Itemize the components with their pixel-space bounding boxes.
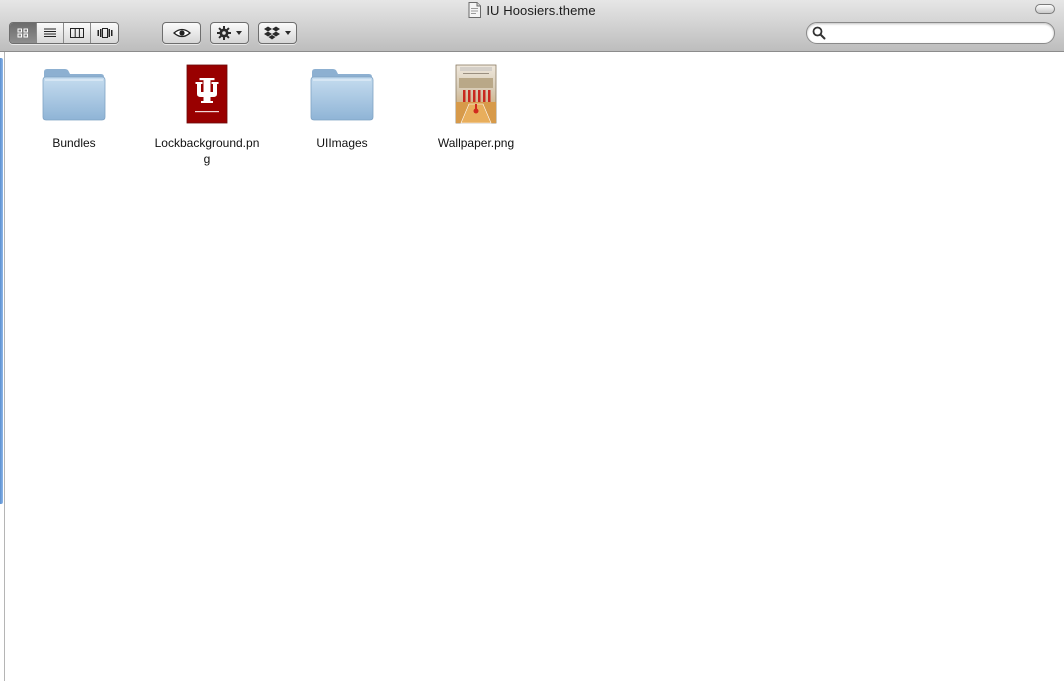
search-icon: [812, 26, 826, 40]
file-name: Wallpaper.png: [437, 136, 515, 150]
focus-ring: [0, 58, 3, 504]
list-view-button[interactable]: [37, 23, 64, 43]
search-field[interactable]: [806, 22, 1055, 44]
list-icon: [44, 28, 56, 37]
coverflow-icon: [97, 28, 112, 38]
column-view-button[interactable]: [64, 23, 91, 43]
file-item[interactable]: Bundles: [19, 61, 129, 151]
window-title: IU Hoosiers.theme: [486, 2, 596, 18]
folder-icon: [41, 61, 107, 127]
chevron-down-icon: [285, 31, 291, 35]
dropbox-menu-button[interactable]: [258, 22, 297, 44]
window-title-bar: IU Hoosiers.theme: [0, 1, 1064, 19]
basketball-court-icon: [443, 61, 509, 127]
file-browser: Bundles Lockbackground.png UIImages Wall…: [6, 53, 1064, 681]
chevron-down-icon: [236, 31, 242, 35]
icon-view-button[interactable]: [10, 23, 37, 43]
file-name: Lockbackground.png: [154, 136, 260, 166]
file-item[interactable]: Wallpaper.png: [421, 61, 531, 151]
action-menu-button[interactable]: [210, 22, 249, 44]
file-item[interactable]: UIImages: [287, 61, 397, 151]
iu-logo-icon: [174, 61, 240, 127]
search-input[interactable]: [829, 25, 1049, 41]
sidebar-edge: [0, 52, 5, 681]
file-item[interactable]: Lockbackground.png: [152, 61, 262, 167]
file-name: UIImages: [316, 136, 368, 150]
gear-icon: [217, 26, 231, 40]
quick-look-button[interactable]: [162, 22, 201, 44]
icon-grid-icon: [17, 28, 28, 38]
document-icon: [468, 2, 482, 18]
eye-icon: [172, 28, 191, 38]
coverflow-view-button[interactable]: [91, 23, 118, 43]
folder-icon: [309, 61, 375, 127]
columns-icon: [70, 28, 84, 38]
view-mode-control: [9, 22, 119, 44]
window-toolbar: IU Hoosiers.theme: [0, 0, 1064, 52]
dropbox-icon: [264, 26, 280, 40]
toolbar-toggle-button[interactable]: [1035, 4, 1055, 14]
file-name: Bundles: [52, 136, 96, 150]
